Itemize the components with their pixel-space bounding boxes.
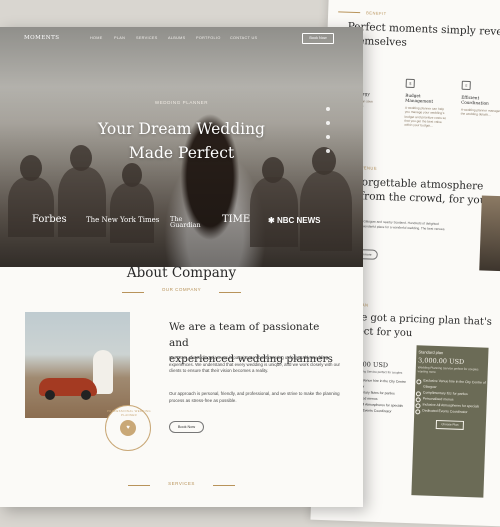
about-paragraph: Our team of wedding planners is passiona…: [169, 355, 341, 374]
benefit-title: Perfect moments simply reveal themselves: [346, 20, 500, 49]
venue-photo: [479, 195, 500, 272]
rings-icon: ♥: [120, 420, 136, 436]
about-paragraph: Our approach is personal, friendly, and …: [169, 391, 340, 403]
main-page-panel: MOMENTS HOME PLAN SERVICES ALBUMS PORTFO…: [0, 27, 363, 507]
pricing-card-standard: Standard plan 3,000.00 USD Wedding Plann…: [411, 345, 489, 498]
choose-plan-button[interactable]: Choose Plan: [435, 419, 464, 430]
benefit-kicker: BENEFIT: [366, 10, 387, 17]
book-now-nav-button[interactable]: Book Now: [302, 33, 334, 44]
press-logo-time: TIME: [222, 214, 251, 225]
hero-section: MOMENTS HOME PLAN SERVICES ALBUMS PORTFO…: [0, 27, 363, 267]
car-wheel: [45, 390, 55, 400]
nbc-peacock-icon: ✱: [268, 216, 275, 225]
press-logo-forbes: Forbes: [32, 214, 67, 225]
services-kicker: SERVICES: [168, 481, 195, 486]
divider: [338, 11, 361, 13]
pinterest-icon[interactable]: [326, 149, 330, 153]
venue-title: Unforgettable atmosphere far from the cro…: [341, 175, 492, 217]
benefit-item-desc: A wedding planner manages the wedding de…: [460, 107, 500, 117]
plan-name: Standard plan: [418, 349, 444, 356]
nav-services[interactable]: SERVICES: [136, 36, 158, 40]
facebook-icon[interactable]: [326, 121, 330, 125]
benefit-item-title: Budget Management: [405, 92, 434, 104]
benefit-item: $ Budget Management A wedding planner ca…: [404, 78, 448, 129]
nav-albums[interactable]: ALBUMS: [168, 36, 185, 40]
hero-kicker: WEDDING PLANNER: [154, 100, 209, 105]
twitter-icon[interactable]: [326, 135, 330, 139]
press-logo-nyt: The New York Times: [86, 216, 160, 224]
checklist-icon: ≡: [461, 80, 471, 90]
car-wheel: [81, 390, 91, 400]
divider: [219, 292, 241, 293]
hero-title: Your Dream Wedding Made Perfect: [98, 120, 265, 162]
venue-kicker: VENUE: [360, 165, 378, 171]
press-logos: Forbes The New York Times The Guardian T…: [0, 214, 363, 232]
about-kicker: OUR COMPANY: [161, 287, 202, 292]
about-title: About Company: [126, 265, 237, 281]
nav-portfolio[interactable]: PORTFOLIO: [196, 36, 221, 40]
plan-feature: Dedicated Events Coordinator: [414, 407, 486, 416]
press-logo-nbc: ✱ NBC NEWS: [268, 216, 321, 225]
nav-home[interactable]: HOME: [90, 36, 103, 40]
nav-contact-us[interactable]: CONTACT US: [230, 36, 257, 40]
instagram-icon[interactable]: [326, 107, 330, 111]
benefit-item-desc: A wedding planner can help you manage yo…: [404, 105, 447, 128]
stamp-text: PROFESSIONAL WEDDING PLANNER: [107, 409, 151, 417]
nav-plan[interactable]: PLAN: [114, 36, 125, 40]
benefit-item: ≡ Efficient Coordination A wedding plann…: [460, 80, 500, 118]
book-now-button[interactable]: Book Now: [169, 421, 204, 433]
divider: [122, 292, 144, 293]
site-logo[interactable]: MOMENTS: [24, 35, 60, 41]
benefit-item-title: Efficient Coordination: [461, 94, 489, 106]
press-logo-guardian: The Guardian: [170, 215, 201, 229]
divider: [213, 485, 235, 486]
top-nav: MOMENTS HOME PLAN SERVICES ALBUMS PORTFO…: [0, 33, 363, 47]
professional-stamp-badge: PROFESSIONAL WEDDING PLANNER ♥: [105, 405, 151, 451]
about-photo: [25, 312, 130, 418]
wallet-icon: $: [405, 78, 415, 89]
